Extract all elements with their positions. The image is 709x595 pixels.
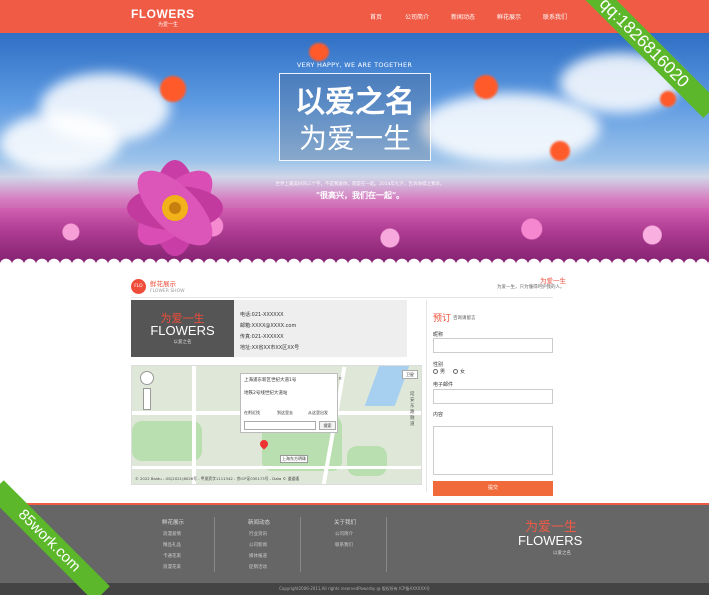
submit-button[interactable]: 提交	[433, 481, 553, 496]
map-park	[347, 446, 387, 476]
section-right-subtitle: 为爱一生，只为懂得呵护我的人。	[497, 285, 565, 290]
map-action-go-here[interactable]: 到这里去	[277, 410, 293, 416]
content-label: 内容	[433, 412, 444, 418]
contact-email: 邮箱:XXXX@XXXX.com	[240, 323, 297, 329]
map-info-window: 上海浦东新区世纪大道1号 × 地铁2号线世纪大道站 在附近找 到这里去 从这里出…	[240, 373, 342, 433]
site-logo-subtitle: 为爱一生	[158, 22, 179, 28]
booking-title: 预订	[433, 314, 452, 324]
map-marker-label: 上海东方明珠	[280, 455, 308, 463]
section-icon: FLO	[131, 279, 146, 294]
map-zoom-control[interactable]	[143, 388, 151, 410]
gender-label: 性别	[433, 362, 444, 368]
cosmos-flower-image	[127, 160, 223, 256]
gender-male-label: 男	[440, 369, 446, 375]
footer-brand-small: 以爱之名	[553, 551, 571, 556]
hero-description: 世界上最美好的三个字，不是我爱你，而是在一起。2014年七夕，告诉你得之我幸。	[275, 182, 445, 187]
balloon-image	[474, 75, 498, 99]
nav-flowers[interactable]: 鲜花展示	[497, 12, 521, 21]
section-subtitle: FLOWER SHOW	[150, 289, 185, 294]
nav-contact[interactable]: 联系我们	[543, 12, 567, 21]
footer-link[interactable]: 浪漫花束	[163, 564, 181, 570]
footer-brand-en: FLOWERS	[518, 533, 583, 548]
contact-card-brand-small: 以爱之名	[173, 340, 192, 345]
balloon-image	[660, 91, 676, 107]
hero-title-line1: 以爱之名	[295, 85, 415, 120]
gender-female-radio[interactable]	[453, 369, 458, 374]
footer-link[interactable]: 促销活动	[249, 564, 267, 570]
map-action-from-here[interactable]: 从这里出发	[308, 410, 328, 416]
footer-col-title-news[interactable]: 新闻动态	[248, 518, 270, 526]
balloon-image	[160, 76, 186, 102]
contact-address: 地址:XX省XX市XX区XX号	[240, 345, 300, 351]
section-divider	[131, 297, 553, 298]
nav-home[interactable]: 首页	[370, 12, 382, 21]
footer-col-title-flowers[interactable]: 鲜花展示	[162, 518, 184, 526]
map-type-button[interactable]: 卫星	[402, 370, 418, 379]
cloud-image	[420, 93, 600, 163]
hero-tagline: VERY HAPPY, WE ARE TOGETHER	[296, 61, 413, 69]
email-input[interactable]	[433, 389, 553, 404]
footer-link[interactable]: 卡通花束	[163, 553, 181, 559]
footer-link[interactable]: 行业资讯	[249, 531, 267, 537]
map-street-label: 延安东路隧道	[410, 392, 415, 427]
contact-phone: 电话:021-XXXXXX	[240, 312, 284, 318]
scallop-border	[0, 257, 709, 265]
booking-subtitle: 咨询请留言	[453, 316, 476, 321]
form-divider	[426, 300, 427, 492]
footer	[0, 505, 709, 583]
cloud-image	[0, 113, 120, 173]
map-action-nearby[interactable]: 在附近找	[244, 410, 260, 416]
hero-quote: "很高兴，我们在一起"。	[315, 191, 405, 200]
contact-card-brand-en: FLOWERS	[150, 323, 215, 338]
nickname-label: 昵称	[433, 332, 444, 338]
map-road	[132, 466, 421, 469]
footer-divider	[300, 517, 301, 572]
footer-link[interactable]: 公司新闻	[249, 542, 267, 548]
close-icon[interactable]: ×	[338, 376, 342, 382]
contact-fax: 传真:021-XXXXXX	[240, 334, 284, 340]
map-popup-title: 上海浦东新区世纪大道1号	[244, 378, 297, 383]
footer-divider	[386, 517, 387, 572]
footer-col-title-about[interactable]: 关于我们	[334, 518, 356, 526]
email-label: 电子邮件	[433, 382, 454, 388]
nav-about[interactable]: 公司简介	[405, 12, 429, 21]
footer-link[interactable]: 精品礼品	[163, 542, 181, 548]
gender-male-radio[interactable]	[433, 369, 438, 374]
nickname-input[interactable]	[433, 338, 553, 353]
map-copyright: © 2022 Baidu - GS(2021)6026号 - 甲测资字11113…	[135, 476, 299, 481]
map-search-button[interactable]: 搜索	[319, 421, 336, 430]
footer-divider	[214, 517, 215, 572]
footer-link[interactable]: 媒体报道	[249, 553, 267, 559]
gender-female-label: 女	[460, 369, 466, 375]
footer-link[interactable]: 联系我们	[335, 542, 353, 548]
baidu-map[interactable]: 卫星 延安东路隧道 上海浦东新区世纪大道1号 × 地铁2号线世纪大道站 在附近找…	[131, 365, 422, 485]
content-textarea[interactable]	[433, 426, 553, 475]
hero-banner: VERY HAPPY, WE ARE TOGETHER 以爱之名 为爱一生 世界…	[0, 33, 709, 265]
map-pan-control[interactable]	[140, 371, 154, 385]
balloon-image	[309, 43, 329, 61]
map-search-input[interactable]	[244, 421, 316, 430]
section-title: 鲜花展示	[150, 280, 176, 288]
footer-link[interactable]: 浪漫爱情	[163, 531, 181, 537]
footer-link[interactable]: 公司简介	[335, 531, 353, 537]
nav-news[interactable]: 新闻动态	[451, 12, 475, 21]
balloon-image	[550, 141, 570, 161]
hero-title-line2: 为爱一生	[298, 122, 411, 155]
map-popup-address: 地铁2号线世纪大道站	[244, 391, 288, 396]
